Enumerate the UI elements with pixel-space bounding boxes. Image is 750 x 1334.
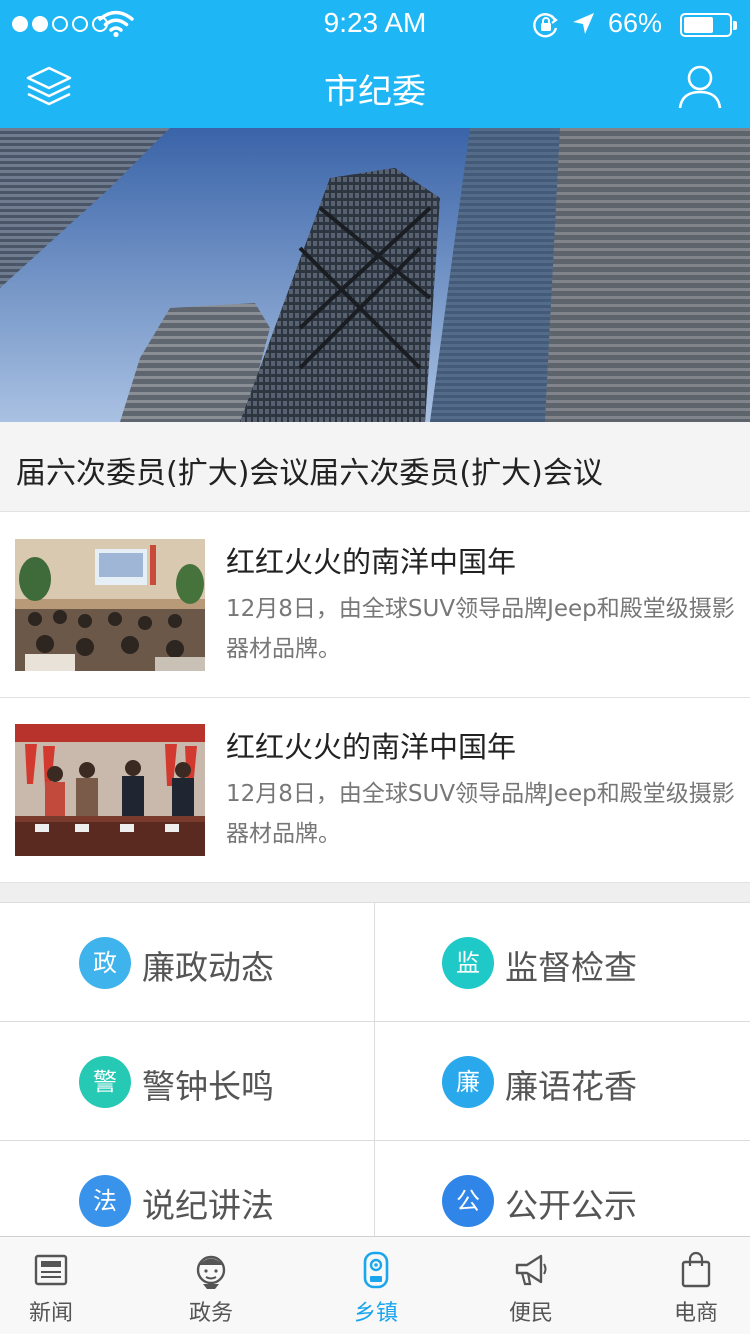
- news-item[interactable]: 红红火火的南洋中国年 12月8日，由全球SUV领导品牌Jeep和殿堂级摄影器材品…: [0, 513, 750, 698]
- news-item[interactable]: 红红火火的南洋中国年 12月8日，由全球SUV领导品牌Jeep和殿堂级摄影器材品…: [0, 698, 750, 883]
- category-label: 警钟长鸣: [142, 1067, 274, 1106]
- tab-label: 电商: [673, 1301, 718, 1326]
- battery-level-fill: [684, 17, 713, 33]
- status-bar: 9:23 AM 66%: [0, 0, 750, 50]
- category-shuoji-jiangfa[interactable]: 法 说纪讲法: [0, 1141, 375, 1236]
- category-jiandu-jiancha[interactable]: 监 监督检查: [375, 903, 750, 1022]
- news-thumbnail: [15, 539, 205, 671]
- shopping-bag-icon: [681, 1251, 711, 1288]
- battery-percent: 66%: [608, 8, 663, 38]
- category-label: 说纪讲法: [142, 1186, 274, 1225]
- skyscrapers-photo: [0, 128, 750, 422]
- page-title: 市纪委: [324, 72, 426, 112]
- rotation-lock-icon: [533, 13, 558, 38]
- tab-label: 乡镇: [353, 1301, 398, 1326]
- section-divider: [0, 883, 750, 903]
- banner-image[interactable]: [0, 128, 750, 422]
- tab-bar: 新闻 政务 乡镇 便民 电商: [0, 1236, 750, 1334]
- news-title[interactable]: 红红火火的南洋中国年: [226, 539, 516, 581]
- category-label: 廉语花香: [505, 1067, 637, 1106]
- tab-label: 便民: [508, 1301, 553, 1326]
- tab-label: 政务: [188, 1301, 233, 1326]
- tab-ecommerce[interactable]: 电商: [641, 1237, 750, 1334]
- banner-caption[interactable]: 届六次委员(扩大)会议届六次委员(扩大)会议: [0, 422, 750, 512]
- category-badge-icon: 政: [79, 937, 131, 989]
- tab-news[interactable]: 新闻: [0, 1237, 106, 1334]
- news-description: 12月8日，由全球SUV领导品牌Jeep和殿堂级摄影器材品牌。: [226, 596, 735, 662]
- category-badge-icon: 法: [79, 1175, 131, 1227]
- news-title[interactable]: 红红火火的南洋中国年: [226, 724, 516, 766]
- app-header: 9:23 AM 66% 市纪委: [0, 0, 750, 128]
- category-label: 廉政动态: [142, 948, 274, 987]
- category-gongkai-gongshi[interactable]: 公 公开公示: [375, 1141, 750, 1236]
- megaphone-icon: [515, 1254, 547, 1286]
- category-badge-icon: 廉: [442, 1056, 494, 1108]
- category-lianzheng-dongtai[interactable]: 政 廉政动态: [0, 903, 375, 1022]
- category-badge-icon: 监: [442, 937, 494, 989]
- category-badge-icon: 警: [79, 1056, 131, 1108]
- battery-icon: [680, 13, 737, 37]
- town-icon: [363, 1251, 389, 1289]
- user-icon[interactable]: [676, 62, 724, 110]
- tab-convenience[interactable]: 便民: [476, 1237, 586, 1334]
- category-grid: 政 廉政动态 监 监督检查 警 警钟长鸣 廉 廉语花香 法 说纪讲法 公 公开公…: [0, 903, 750, 1236]
- category-jingzhong-changming[interactable]: 警 警钟长鸣: [0, 1022, 375, 1141]
- tab-label: 新闻: [28, 1301, 73, 1326]
- category-label: 监督检查: [505, 948, 637, 987]
- newspaper-icon: [34, 1254, 68, 1286]
- category-label: 公开公示: [505, 1186, 637, 1225]
- tab-government[interactable]: 政务: [156, 1237, 266, 1334]
- location-arrow-icon: [573, 13, 594, 34]
- news-description: 12月8日，由全球SUV领导品牌Jeep和殿堂级摄影器材品牌。: [226, 781, 735, 847]
- tab-town[interactable]: 乡镇: [321, 1237, 431, 1334]
- category-lianyu-huaxiang[interactable]: 廉 廉语花香: [375, 1022, 750, 1141]
- official-icon: [196, 1255, 226, 1289]
- category-badge-icon: 公: [442, 1175, 494, 1227]
- news-thumbnail: [15, 724, 205, 856]
